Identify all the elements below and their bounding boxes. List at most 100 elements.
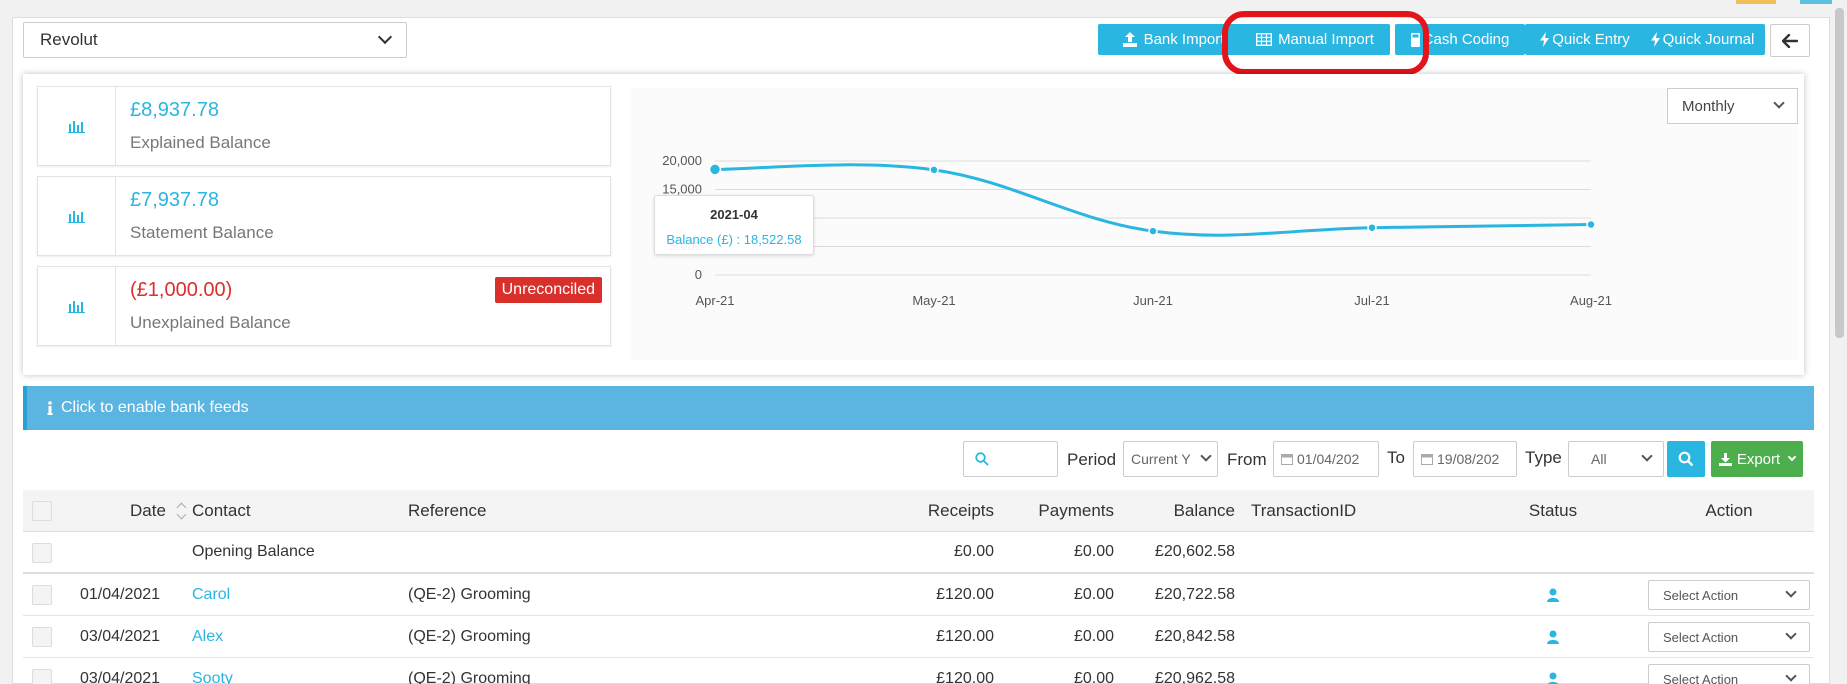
row-checkbox[interactable] xyxy=(32,543,52,563)
row-contact-link[interactable]: Alex xyxy=(192,616,223,657)
data-point[interactable] xyxy=(929,165,939,175)
calendar-icon xyxy=(1421,454,1433,465)
page-scrollbar[interactable] xyxy=(1832,0,1847,684)
balance-chart: Monthly 05,00015,00020,000Apr-21May-21Ju… xyxy=(631,88,1798,360)
row-reference: (QE-2) Grooming xyxy=(408,585,531,603)
payments-column-header: Payments xyxy=(1038,500,1114,520)
transactions-table: Date Contact Reference Receipts Payments… xyxy=(23,490,1814,684)
data-point[interactable] xyxy=(1148,226,1158,236)
scrollbar-thumb[interactable] xyxy=(1835,8,1844,338)
opening-balance-label: Opening Balance xyxy=(192,543,315,560)
row-receipts: £120.00 xyxy=(936,585,994,603)
search-input[interactable] xyxy=(963,441,1058,477)
row-checkbox[interactable] xyxy=(32,669,52,684)
sort-icon xyxy=(176,503,188,519)
upload-icon xyxy=(1122,32,1137,47)
chevron-down-icon xyxy=(377,29,393,45)
transaction-id-column-header: TransactionID xyxy=(1251,500,1357,520)
type-select[interactable]: All xyxy=(1568,441,1664,477)
row-action-value: Select Action xyxy=(1663,587,1739,603)
chart-tooltip: 2021-04 Balance (£) : 18,522.58 xyxy=(654,195,814,255)
chevron-down-icon xyxy=(1200,450,1212,462)
row-balance: £20,962.58 xyxy=(1154,669,1235,684)
row-date: 01/04/2021 xyxy=(80,585,161,603)
from-date-input[interactable]: 01/04/202 xyxy=(1273,441,1379,477)
bolt-icon xyxy=(1540,32,1550,47)
to-date-input[interactable]: 19/08/202 xyxy=(1413,441,1517,477)
x-tick-label: Jun-21 xyxy=(1133,293,1173,308)
bank-import-label: Bank Import xyxy=(1143,31,1225,48)
unexplained-balance-card: (£1,000.00) Unexplained Balance Unreconc… xyxy=(37,266,611,346)
bolt-icon xyxy=(1650,32,1660,47)
enable-bank-feeds-bar[interactable]: Click to enable bank feeds xyxy=(23,386,1814,430)
row-receipts: £120.00 xyxy=(936,627,994,645)
from-label: From xyxy=(1227,450,1267,469)
back-button[interactable] xyxy=(1770,24,1810,57)
user-icon[interactable] xyxy=(1493,616,1613,657)
row-payments: £0.00 xyxy=(1073,585,1114,603)
opening-payments: £0.00 xyxy=(1073,543,1114,560)
type-label: Type xyxy=(1525,448,1562,467)
quick-journal-button[interactable]: Quick Journal xyxy=(1640,24,1765,55)
chevron-down-icon xyxy=(1785,628,1797,640)
to-label: To xyxy=(1387,448,1405,467)
data-point[interactable] xyxy=(708,163,722,176)
quick-entry-button[interactable]: Quick Entry xyxy=(1525,24,1645,55)
receipts-column-header: Receipts xyxy=(927,500,994,520)
statement-balance-amount: £7,937.78 xyxy=(130,189,219,211)
manual-import-button[interactable]: Manual Import xyxy=(1240,24,1390,55)
period-select-value: Current Y xyxy=(1131,451,1191,467)
data-point[interactable] xyxy=(1367,222,1377,233)
explained-balance-amount: £8,937.78 xyxy=(130,99,219,121)
table-row: 01/04/2021 Carol (QE-2) Grooming £120.00… xyxy=(23,574,1814,616)
row-action-select[interactable]: Select Action xyxy=(1648,664,1810,684)
account-select-value: Revolut xyxy=(40,30,98,49)
row-checkbox[interactable] xyxy=(32,627,52,647)
search-button[interactable] xyxy=(1667,441,1705,477)
bank-import-button[interactable]: Bank Import xyxy=(1098,24,1248,55)
table-row: 03/04/2021 Alex (QE-2) Grooming £120.00 … xyxy=(23,616,1814,658)
row-payments: £0.00 xyxy=(1073,669,1114,684)
statement-balance-label: Statement Balance xyxy=(130,223,274,242)
x-tick-label: Aug-21 xyxy=(1570,293,1612,308)
row-date: 03/04/2021 xyxy=(80,669,161,684)
user-icon[interactable] xyxy=(1493,658,1613,684)
status-column-header: Status xyxy=(1528,500,1578,520)
export-label: Export xyxy=(1736,450,1781,468)
row-contact-link[interactable]: Carol xyxy=(192,574,230,615)
x-tick-label: Apr-21 xyxy=(695,293,734,308)
x-tick-label: Jul-21 xyxy=(1354,293,1389,308)
account-select[interactable]: Revolut xyxy=(23,22,407,58)
type-select-value: All xyxy=(1591,451,1607,467)
row-action-value: Select Action xyxy=(1663,671,1739,684)
export-button[interactable]: Export xyxy=(1711,441,1803,477)
data-point[interactable] xyxy=(1586,219,1596,230)
series-line xyxy=(714,163,1592,237)
bar-chart-icon xyxy=(38,267,116,345)
toolbar: Revolut Bank Import Manual Import Cash C… xyxy=(13,11,1829,75)
row-contact-link[interactable]: Sooty xyxy=(192,658,233,684)
bar-chart-icon xyxy=(38,177,116,255)
date-column-header[interactable]: Date xyxy=(130,490,188,531)
row-balance: £20,842.58 xyxy=(1154,627,1235,645)
user-icon[interactable] xyxy=(1493,574,1613,615)
cash-coding-button[interactable]: Cash Coding xyxy=(1395,24,1525,55)
chart-tooltip-title: 2021-04 xyxy=(710,207,758,222)
row-action-select[interactable]: Select Action xyxy=(1648,580,1810,610)
table-row: 03/04/2021 Sooty (QE-2) Grooming £120.00… xyxy=(23,658,1814,684)
x-tick-label: May-21 xyxy=(912,293,955,308)
top-strip-blue xyxy=(1800,0,1835,4)
explained-balance-label: Explained Balance xyxy=(130,133,271,152)
row-payments: £0.00 xyxy=(1073,627,1114,645)
search-icon xyxy=(1678,451,1694,467)
row-action-select[interactable]: Select Action xyxy=(1648,622,1810,652)
row-reference: (QE-2) Grooming xyxy=(408,627,531,645)
period-select[interactable]: Current Y xyxy=(1123,441,1218,477)
select-all-checkbox[interactable] xyxy=(32,501,52,521)
row-checkbox[interactable] xyxy=(32,585,52,605)
row-balance: £20,722.58 xyxy=(1154,585,1235,603)
period-label: Period xyxy=(1067,450,1117,469)
contact-column-header: Contact xyxy=(192,500,251,520)
quick-entry-label: Quick Entry xyxy=(1552,31,1630,48)
top-strip-yellow xyxy=(1736,0,1776,4)
